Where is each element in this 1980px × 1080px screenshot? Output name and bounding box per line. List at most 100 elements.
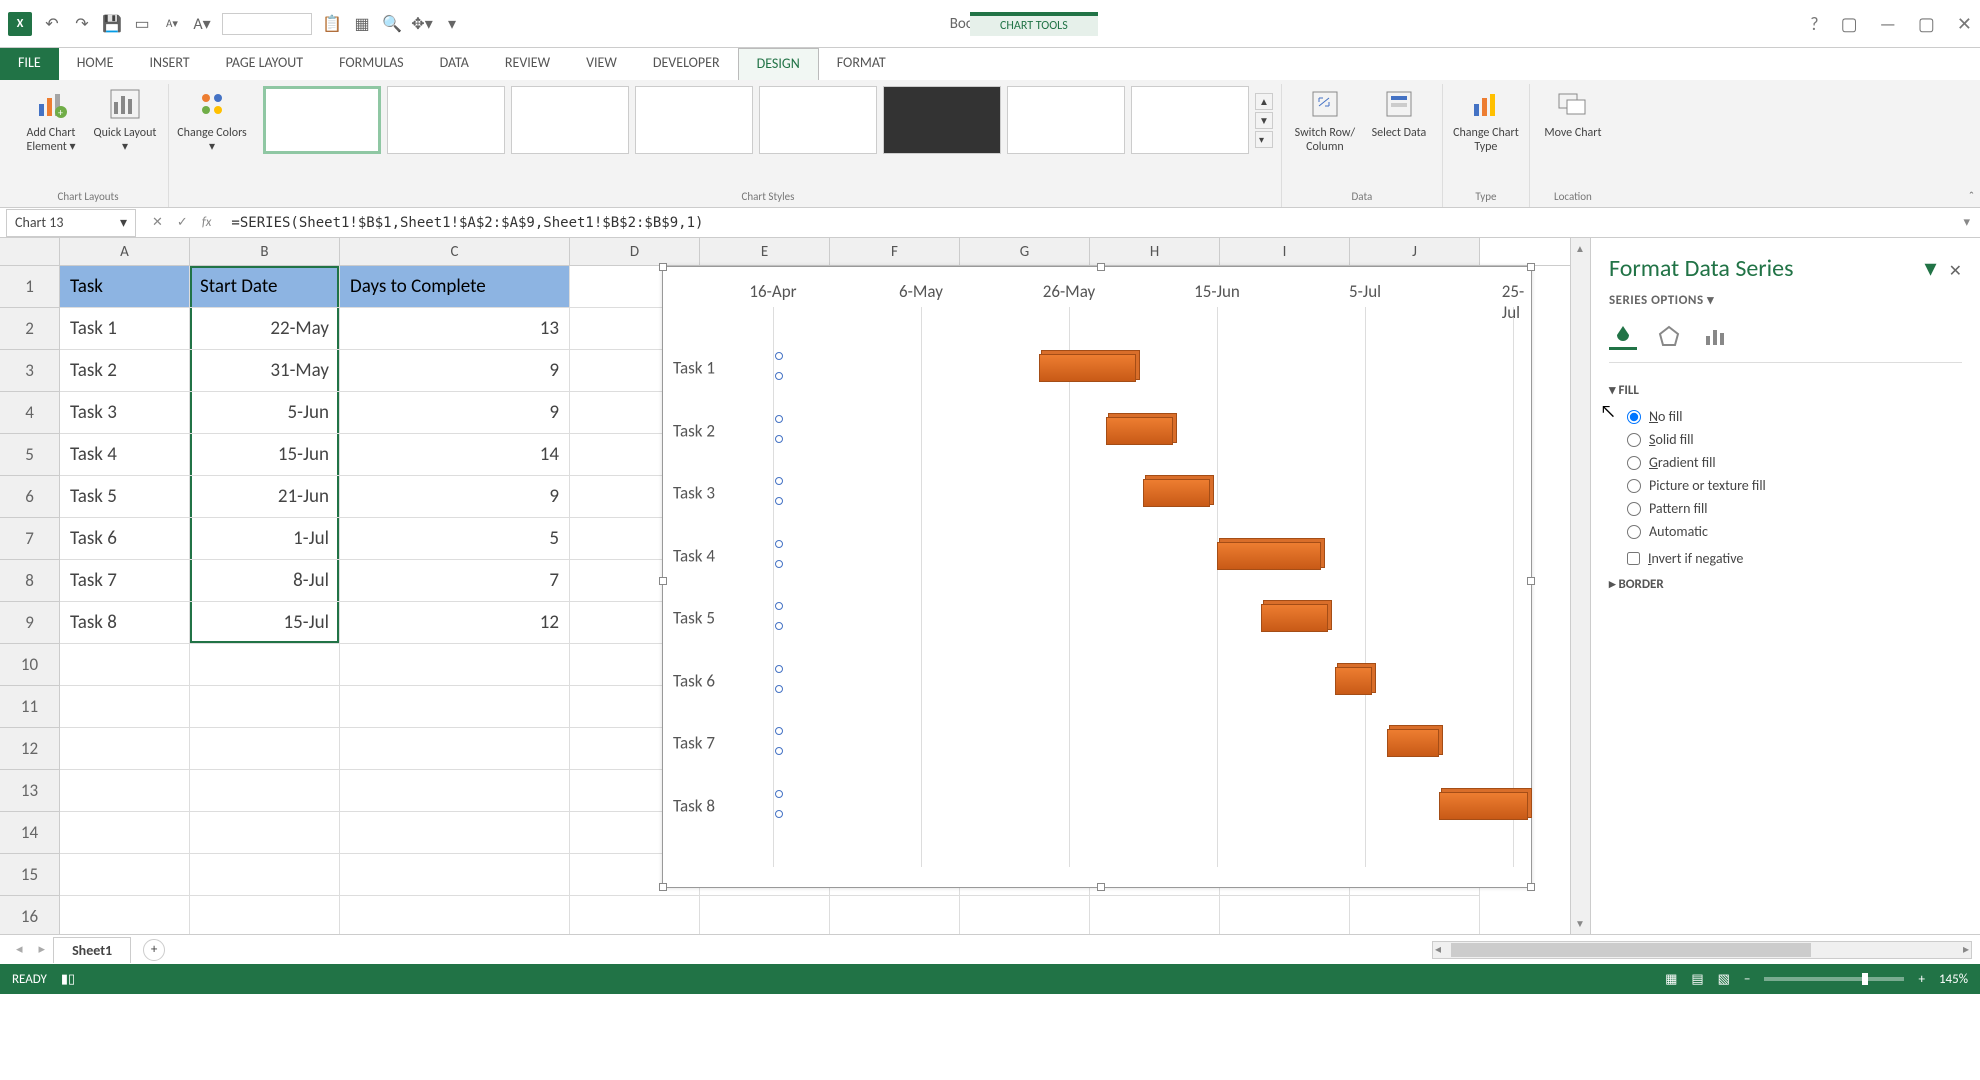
cell[interactable]: Task 8 — [60, 602, 190, 644]
row-header[interactable]: 14 — [0, 812, 60, 854]
cell[interactable] — [190, 812, 340, 854]
cell[interactable]: Task 6 — [60, 518, 190, 560]
select-all-corner[interactable] — [0, 238, 60, 265]
cell[interactable] — [190, 896, 340, 934]
cell[interactable]: 1-Jul — [190, 518, 340, 560]
cell[interactable] — [60, 854, 190, 896]
cell[interactable] — [1350, 896, 1480, 934]
save-button[interactable]: 💾 — [102, 14, 122, 34]
cell[interactable]: 8-Jul — [190, 560, 340, 602]
cell[interactable]: 15-Jun — [190, 434, 340, 476]
macro-record-icon[interactable]: ▮▯ — [61, 972, 75, 987]
tab-page-layout[interactable]: PAGE LAYOUT — [208, 48, 321, 80]
help-button[interactable]: ? — [1810, 13, 1818, 35]
cell[interactable] — [60, 770, 190, 812]
sheet-nav-next[interactable]: ▸ — [31, 942, 54, 957]
gallery-more-button[interactable]: ▾ — [1255, 131, 1273, 148]
fill-line-tab-icon[interactable] — [1609, 322, 1637, 350]
gallery-down-button[interactable]: ▼ — [1255, 112, 1273, 129]
gantt-bar[interactable] — [1217, 542, 1321, 570]
chart-plot-area[interactable]: 16-Apr6-May26-May15-Jun5-Jul25-JulTask 1… — [773, 307, 1511, 867]
view-page-layout-button[interactable]: ▤ — [1691, 972, 1703, 987]
tab-home[interactable]: HOME — [59, 48, 132, 80]
cell[interactable]: Task 4 — [60, 434, 190, 476]
vertical-scrollbar[interactable] — [1570, 238, 1590, 934]
cell[interactable] — [1220, 896, 1350, 934]
row-header[interactable]: 1 — [0, 266, 60, 308]
cell[interactable] — [340, 812, 570, 854]
gantt-bar[interactable] — [1143, 479, 1210, 507]
worksheet[interactable]: A B C D E F G H I J 1TaskStart DateDays … — [0, 238, 1570, 934]
cell[interactable]: 21-Jun — [190, 476, 340, 518]
task-pane-options-button[interactable]: ▾ — [1925, 254, 1937, 283]
radio-no-fill[interactable]: No fill — [1627, 408, 1962, 425]
zoom-level[interactable]: 145% — [1939, 972, 1968, 987]
col-header-f[interactable]: F — [830, 238, 960, 265]
col-header-e[interactable]: E — [700, 238, 830, 265]
chart-styles-gallery[interactable]: ▲ ▼ ▾ — [263, 86, 1273, 154]
col-header-c[interactable]: C — [340, 238, 570, 265]
change-colors-button[interactable]: Change Colors ▾ — [177, 86, 247, 155]
border-section-toggle[interactable]: ▸ BORDER — [1609, 577, 1962, 592]
row-header[interactable]: 7 — [0, 518, 60, 560]
tab-review[interactable]: REVIEW — [487, 48, 568, 80]
cell[interactable] — [60, 896, 190, 934]
radio-automatic[interactable]: Automatic — [1627, 523, 1962, 540]
gantt-bar[interactable] — [1039, 354, 1135, 382]
tab-insert[interactable]: INSERT — [132, 48, 208, 80]
switch-row-column-button[interactable]: Switch Row/ Column — [1290, 86, 1360, 155]
row-header[interactable]: 10 — [0, 644, 60, 686]
series-options-tab-icon[interactable] — [1701, 322, 1729, 350]
checkbox-invert-negative[interactable]: Invert if negative — [1627, 550, 1962, 567]
change-chart-type-button[interactable]: Change Chart Type — [1451, 86, 1521, 155]
chart-style-8[interactable] — [1131, 86, 1249, 154]
col-header-g[interactable]: G — [960, 238, 1090, 265]
cell[interactable] — [340, 770, 570, 812]
cell[interactable] — [60, 644, 190, 686]
row-header[interactable]: 2 — [0, 308, 60, 350]
maximize-button[interactable]: ▢ — [1918, 13, 1935, 35]
row-header[interactable]: 16 — [0, 896, 60, 934]
effects-tab-icon[interactable] — [1655, 322, 1683, 350]
row-header[interactable]: 13 — [0, 770, 60, 812]
radio-picture-fill[interactable]: Picture or texture fill — [1627, 477, 1962, 494]
cell[interactable]: 5-Jun — [190, 392, 340, 434]
gantt-bar[interactable] — [1106, 417, 1173, 445]
chart-style-5[interactable] — [759, 86, 877, 154]
tab-developer[interactable]: DEVELOPER — [635, 48, 738, 80]
close-button[interactable]: ✕ — [1957, 13, 1972, 35]
select-data-button[interactable]: Select Data — [1364, 86, 1434, 155]
col-header-j[interactable]: J — [1350, 238, 1480, 265]
row-header[interactable]: 15 — [0, 854, 60, 896]
radio-gradient-fill[interactable]: Gradient fill — [1627, 454, 1962, 471]
qat-customize-button[interactable]: ▾ — [442, 14, 462, 34]
cell[interactable]: 12 — [340, 602, 570, 644]
col-header-a[interactable]: A — [60, 238, 190, 265]
cell[interactable] — [60, 812, 190, 854]
gallery-up-button[interactable]: ▲ — [1255, 93, 1273, 110]
cell[interactable]: Task 2 — [60, 350, 190, 392]
quick-layout-button[interactable]: Quick Layout ▾ — [90, 86, 160, 155]
cell[interactable] — [60, 728, 190, 770]
cell[interactable] — [340, 728, 570, 770]
formula-expand-button[interactable]: ▾ — [1953, 215, 1980, 230]
cell[interactable]: Task — [60, 266, 190, 308]
cell[interactable] — [340, 686, 570, 728]
view-normal-button[interactable]: ▦ — [1665, 972, 1677, 987]
col-header-h[interactable]: H — [1090, 238, 1220, 265]
horizontal-scrollbar[interactable]: ◂ ▸ — [1432, 941, 1972, 959]
ribbon-display-button[interactable]: ▢ — [1841, 13, 1858, 35]
sheet-tab-sheet1[interactable]: Sheet1 — [53, 937, 131, 963]
zoom-slider[interactable] — [1764, 977, 1904, 981]
series-options-dropdown[interactable]: SERIES OPTIONS ▾ — [1609, 293, 1962, 308]
chart-style-7[interactable] — [1007, 86, 1125, 154]
cell[interactable] — [1090, 896, 1220, 934]
cell[interactable]: 14 — [340, 434, 570, 476]
cell[interactable] — [190, 644, 340, 686]
cell[interactable]: 9 — [340, 392, 570, 434]
chart-style-3[interactable] — [511, 86, 629, 154]
print-preview-button[interactable]: ▭ — [132, 14, 152, 34]
tab-formulas[interactable]: FORMULAS — [321, 48, 422, 80]
row-header[interactable]: 5 — [0, 434, 60, 476]
zoom-in-button[interactable]: + — [1918, 972, 1924, 987]
